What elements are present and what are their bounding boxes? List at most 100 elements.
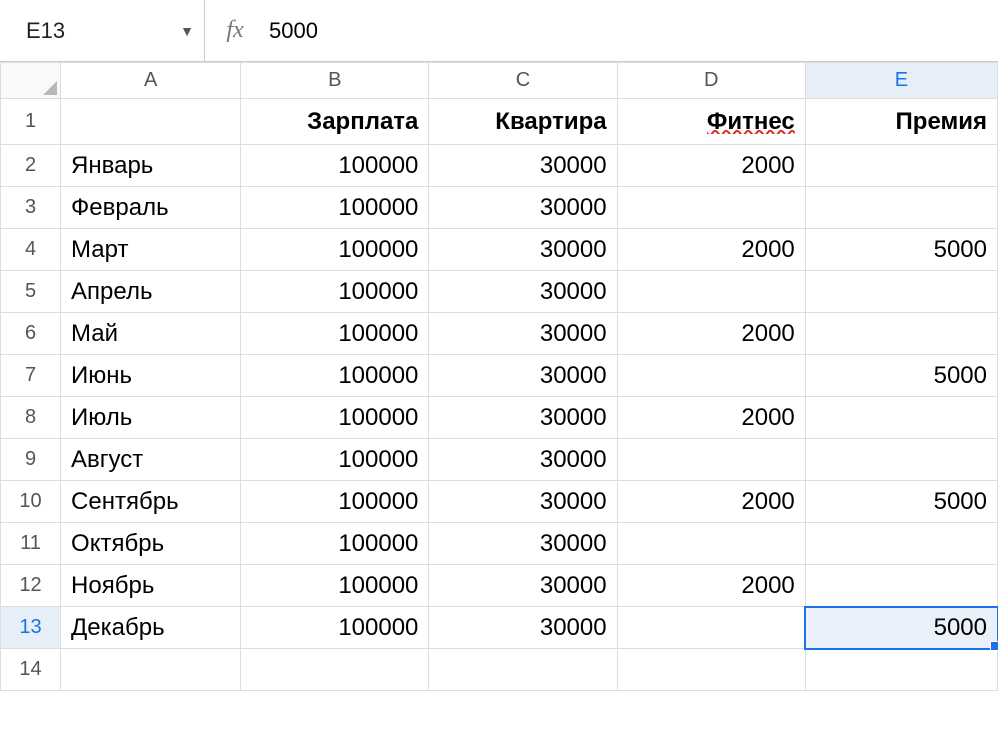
cell-E3[interactable]: [805, 187, 997, 229]
cell-E5[interactable]: [805, 271, 997, 313]
cell-B12[interactable]: 100000: [241, 565, 429, 607]
cell-text: Февраль: [61, 196, 240, 220]
select-all-corner[interactable]: [1, 63, 61, 99]
row-head-13[interactable]: 13: [1, 607, 61, 649]
cell-C5[interactable]: 30000: [429, 271, 617, 313]
row-head-9[interactable]: 9: [1, 439, 61, 481]
cell-A4[interactable]: Март: [61, 229, 241, 271]
row-head-6[interactable]: 6: [1, 313, 61, 355]
cell-text: Фитнес: [618, 110, 805, 134]
cell-text: 30000: [429, 322, 616, 346]
cell-C10[interactable]: 30000: [429, 481, 617, 523]
cell-D6[interactable]: 2000: [617, 313, 805, 355]
cell-C3[interactable]: 30000: [429, 187, 617, 229]
cell-E11[interactable]: [805, 523, 997, 565]
cell-E9[interactable]: [805, 439, 997, 481]
cell-C13[interactable]: 30000: [429, 607, 617, 649]
cell-D12[interactable]: 2000: [617, 565, 805, 607]
cell-A9[interactable]: Август: [61, 439, 241, 481]
cell-D3[interactable]: [617, 187, 805, 229]
cell-D7[interactable]: [617, 355, 805, 397]
cell-B7[interactable]: 100000: [241, 355, 429, 397]
cell-text: 30000: [429, 448, 616, 472]
cell-B1[interactable]: Зарплата: [241, 99, 429, 145]
row-head-8[interactable]: 8: [1, 397, 61, 439]
name-box-wrap[interactable]: E13 ▼: [0, 0, 205, 61]
cell-E10[interactable]: 5000: [805, 481, 997, 523]
cell-D10[interactable]: 2000: [617, 481, 805, 523]
cell-D2[interactable]: 2000: [617, 145, 805, 187]
cell-B11[interactable]: 100000: [241, 523, 429, 565]
cell-C9[interactable]: 30000: [429, 439, 617, 481]
cell-C2[interactable]: 30000: [429, 145, 617, 187]
cell-D4[interactable]: 2000: [617, 229, 805, 271]
col-head-E[interactable]: E: [805, 63, 997, 99]
name-box[interactable]: E13: [26, 18, 180, 44]
cell-D1[interactable]: Фитнес: [617, 99, 805, 145]
row-head-4[interactable]: 4: [1, 229, 61, 271]
cell-E13[interactable]: 5000: [805, 607, 997, 649]
cell-B6[interactable]: 100000: [241, 313, 429, 355]
formula-input[interactable]: [265, 0, 998, 61]
cell-C11[interactable]: 30000: [429, 523, 617, 565]
col-head-A[interactable]: A: [61, 63, 241, 99]
cell-D9[interactable]: [617, 439, 805, 481]
cell-C7[interactable]: 30000: [429, 355, 617, 397]
cell-B2[interactable]: 100000: [241, 145, 429, 187]
row-head-12[interactable]: 12: [1, 565, 61, 607]
cell-A8[interactable]: Июль: [61, 397, 241, 439]
cell-B10[interactable]: 100000: [241, 481, 429, 523]
cell-C14[interactable]: [429, 649, 617, 691]
cell-B14[interactable]: [241, 649, 429, 691]
cell-E1[interactable]: Премия: [805, 99, 997, 145]
col-head-B[interactable]: B: [241, 63, 429, 99]
cell-A1[interactable]: [61, 99, 241, 145]
cell-A3[interactable]: Февраль: [61, 187, 241, 229]
cell-D14[interactable]: [617, 649, 805, 691]
table-row: 4Март1000003000020005000: [1, 229, 998, 271]
row-head-7[interactable]: 7: [1, 355, 61, 397]
cell-B5[interactable]: 100000: [241, 271, 429, 313]
chevron-down-icon[interactable]: ▼: [180, 23, 194, 39]
cell-E2[interactable]: [805, 145, 997, 187]
row-head-10[interactable]: 10: [1, 481, 61, 523]
cell-B8[interactable]: 100000: [241, 397, 429, 439]
cell-D5[interactable]: [617, 271, 805, 313]
row-head-5[interactable]: 5: [1, 271, 61, 313]
cell-A6[interactable]: Май: [61, 313, 241, 355]
cell-A5[interactable]: Апрель: [61, 271, 241, 313]
cell-A7[interactable]: Июнь: [61, 355, 241, 397]
row-head-11[interactable]: 11: [1, 523, 61, 565]
cell-B13[interactable]: 100000: [241, 607, 429, 649]
cell-B9[interactable]: 100000: [241, 439, 429, 481]
cell-E14[interactable]: [805, 649, 997, 691]
cell-C1[interactable]: Квартира: [429, 99, 617, 145]
cell-C8[interactable]: 30000: [429, 397, 617, 439]
cell-E12[interactable]: [805, 565, 997, 607]
cell-B4[interactable]: 100000: [241, 229, 429, 271]
cell-D11[interactable]: [617, 523, 805, 565]
cell-A13[interactable]: Декабрь: [61, 607, 241, 649]
spreadsheet-grid[interactable]: A B C D E 1ЗарплатаКвартираФитнесПремия2…: [0, 62, 998, 691]
row-head-3[interactable]: 3: [1, 187, 61, 229]
cell-E7[interactable]: 5000: [805, 355, 997, 397]
cell-A12[interactable]: Ноябрь: [61, 565, 241, 607]
col-head-D[interactable]: D: [617, 63, 805, 99]
cell-C12[interactable]: 30000: [429, 565, 617, 607]
cell-B3[interactable]: 100000: [241, 187, 429, 229]
row-head-2[interactable]: 2: [1, 145, 61, 187]
cell-E6[interactable]: [805, 313, 997, 355]
cell-E8[interactable]: [805, 397, 997, 439]
cell-A11[interactable]: Октябрь: [61, 523, 241, 565]
col-head-C[interactable]: C: [429, 63, 617, 99]
cell-E4[interactable]: 5000: [805, 229, 997, 271]
cell-C6[interactable]: 30000: [429, 313, 617, 355]
row-head-1[interactable]: 1: [1, 99, 61, 145]
cell-A14[interactable]: [61, 649, 241, 691]
cell-A10[interactable]: Сентябрь: [61, 481, 241, 523]
cell-D8[interactable]: 2000: [617, 397, 805, 439]
cell-D13[interactable]: [617, 607, 805, 649]
cell-A2[interactable]: Январь: [61, 145, 241, 187]
cell-C4[interactable]: 30000: [429, 229, 617, 271]
row-head-14[interactable]: 14: [1, 649, 61, 691]
